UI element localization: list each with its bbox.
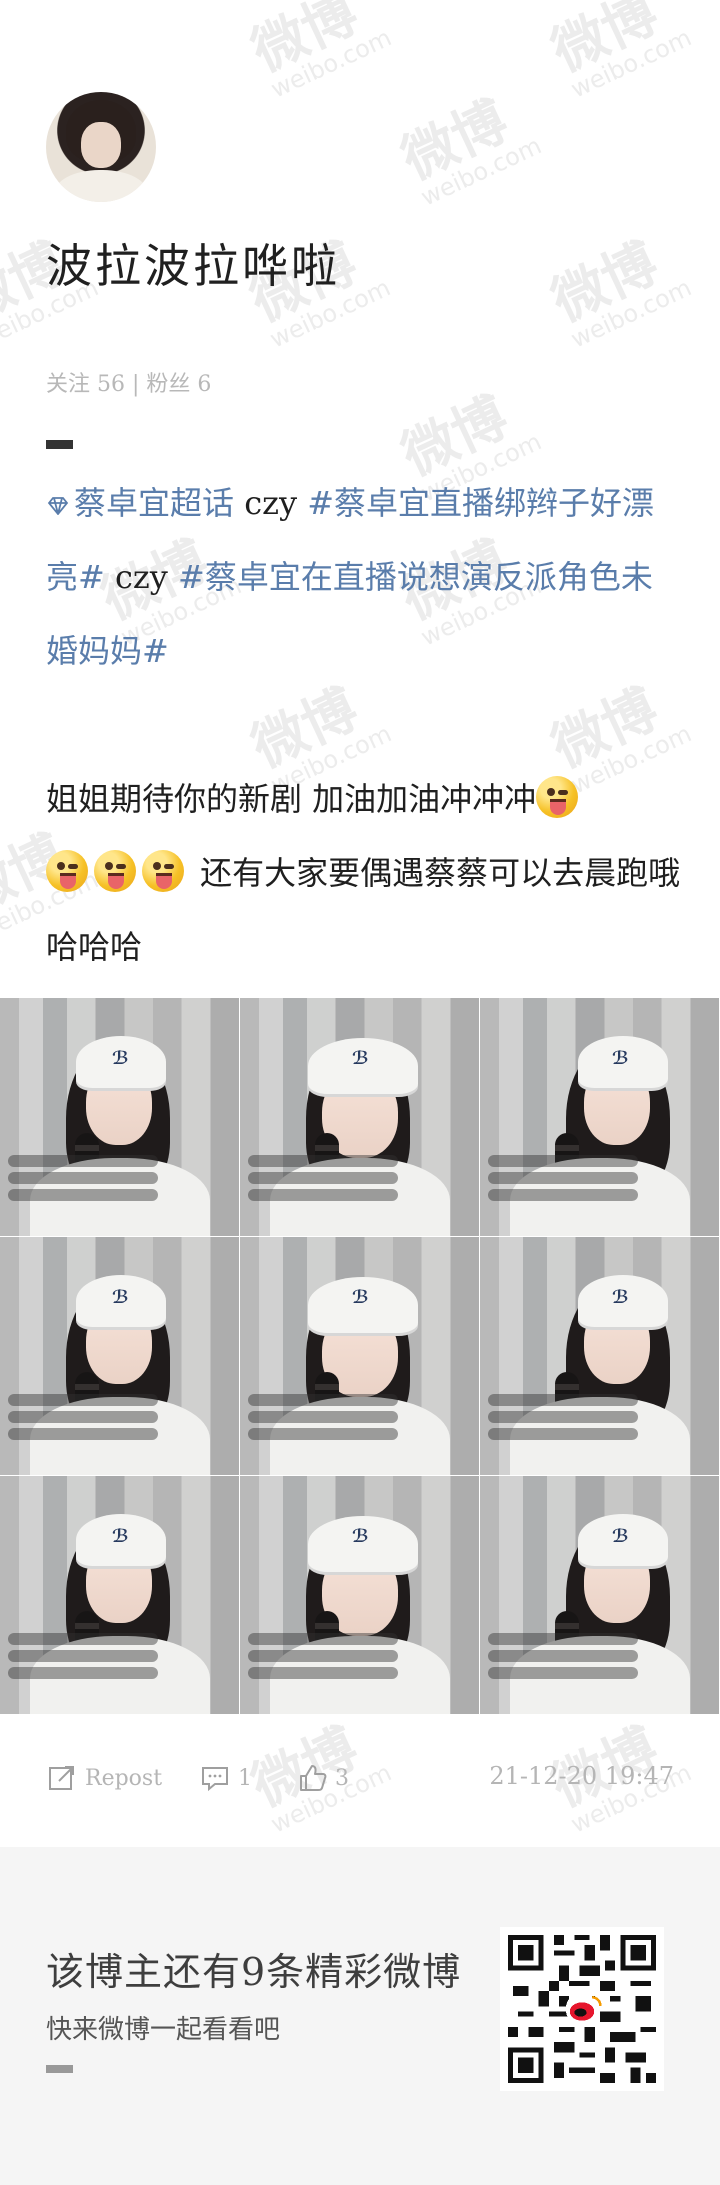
watermark-weibo: 微博 weibo.com [392, 88, 546, 212]
like-count: 3 [335, 1765, 349, 1791]
watermark-weibo: 微博 weibo.com [542, 230, 696, 354]
comment-button[interactable]: 1 [199, 1762, 252, 1794]
post-timestamp: 21-12-20 19:47 [489, 1762, 674, 1790]
repost-button[interactable]: Repost [46, 1762, 162, 1794]
photo-thumbnail[interactable]: ℬ [480, 1237, 719, 1475]
footer-divider [46, 2065, 73, 2073]
post-text: 蔡卓宜超话 czy #蔡卓宜直播绑辫子好漂亮# czy #蔡卓宜在直播说想演反派… [46, 466, 682, 984]
avatar[interactable] [46, 92, 156, 202]
follow-stats: 关注 56 | 粉丝 6 [46, 372, 212, 397]
photo-thumbnail[interactable]: ℬ [0, 1476, 239, 1714]
photo-thumbnail[interactable]: ℬ [240, 998, 479, 1236]
photo-thumbnail[interactable]: ℬ [240, 1237, 479, 1475]
photo-thumbnail[interactable]: ℬ [240, 1476, 479, 1714]
watermark-weibo: 微博 weibo.com [242, 0, 396, 104]
footer-title: 该博主还有9条精彩微博 [46, 1950, 462, 1994]
avatar-coat [54, 170, 148, 202]
photo-thumbnail[interactable]: ℬ [0, 998, 239, 1236]
like-icon [300, 1765, 327, 1791]
post-actions: Repost 1 3 21-12-20 19:47 [46, 1762, 674, 1804]
photo-thumbnail[interactable]: ℬ [0, 1237, 239, 1475]
tongue-emoji [46, 850, 88, 892]
comment-icon [202, 1767, 228, 1792]
footer-promo: 该博主还有9条精彩微博 快来微博一起看看吧 [0, 1847, 720, 2185]
photo-grid[interactable]: ℬ ℬ ℬ ℬ ℬ ℬ ℬ ℬ ℬ [0, 998, 720, 1715]
section-divider [46, 440, 73, 449]
photo-thumbnail[interactable]: ℬ [480, 1476, 719, 1714]
like-button[interactable]: 3 [296, 1762, 349, 1794]
repost-label: Repost [85, 1765, 163, 1791]
user-nickname[interactable]: 波拉波拉哗啦 [46, 230, 340, 296]
plain-text-segment: czy [244, 484, 308, 522]
super-topic-link[interactable]: 蔡卓宜超话 [46, 484, 244, 522]
tongue-emoji [142, 850, 184, 892]
repost-icon [49, 1766, 74, 1790]
comment-count: 1 [238, 1765, 252, 1791]
avatar-face [81, 122, 121, 168]
diamond-icon [47, 497, 69, 515]
qr-code[interactable] [500, 1927, 664, 2091]
super-topic-label: 蔡卓宜超话 [74, 484, 235, 522]
post-body-line: 姐姐期待你的新剧 加油加油冲冲冲 [46, 780, 537, 818]
plain-text-segment: czy [104, 558, 179, 596]
tongue-emoji [94, 850, 136, 892]
footer-subtitle: 快来微博一起看看吧 [46, 2015, 281, 2045]
tongue-emoji [536, 776, 579, 818]
qr-code-image [508, 1935, 656, 2083]
watermark-weibo: 微博 weibo.com [542, 0, 696, 104]
photo-thumbnail[interactable]: ℬ [480, 998, 719, 1236]
